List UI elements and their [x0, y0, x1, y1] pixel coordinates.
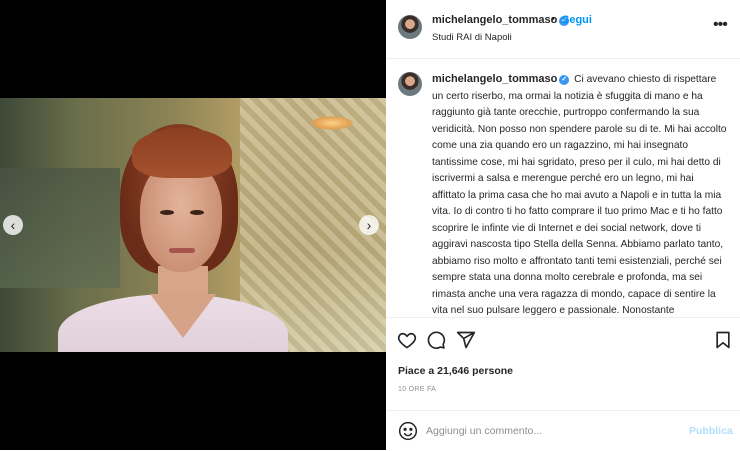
avatar[interactable]	[398, 15, 422, 39]
publish-button[interactable]: Pubblica	[689, 425, 733, 437]
woman-right-eye	[190, 210, 204, 215]
header-username[interactable]: michelangelo_tommaso ✓	[432, 14, 570, 26]
post-timestamp[interactable]: 10 ORE FA	[398, 386, 436, 393]
comment-icon[interactable]	[426, 330, 446, 350]
chevron-left-icon[interactable]: ‹	[3, 215, 23, 235]
post-photo[interactable]	[0, 98, 386, 352]
background-lamp	[310, 116, 354, 130]
heart-icon[interactable]	[397, 330, 417, 350]
woman-bangs	[132, 128, 232, 178]
emoji-icon[interactable]	[398, 421, 418, 441]
likes-count[interactable]: Piace a 21,646 persone	[398, 365, 513, 377]
caption-text: Ci avevano chiesto di rispettare un cert…	[432, 74, 727, 316]
woman-mouth	[169, 248, 195, 253]
post-caption: michelangelo_tommaso ✓ Ci avevano chiesto…	[432, 71, 728, 317]
more-options-icon[interactable]: •••	[713, 17, 728, 33]
instagram-post: ‹ › michelangelo_tommaso ✓ • Segui Studi …	[0, 0, 740, 450]
header-separator: •	[551, 13, 555, 25]
verified-badge-icon: ✓	[559, 75, 570, 85]
bookmark-icon[interactable]	[713, 330, 733, 350]
follow-button[interactable]: Segui	[562, 14, 592, 26]
caption-avatar[interactable]	[398, 72, 422, 96]
location-link[interactable]: Studi RAI di Napoli	[432, 32, 512, 43]
action-bar	[386, 318, 740, 362]
post-header: michelangelo_tommaso ✓ • Segui Studi RAI …	[386, 0, 740, 59]
post-side-panel: michelangelo_tommaso ✓ • Segui Studi RAI …	[386, 0, 740, 450]
comment-input[interactable]	[426, 423, 666, 439]
header-username-text[interactable]: michelangelo_tommaso	[432, 14, 557, 26]
caption-username-text[interactable]: michelangelo_tommaso	[432, 73, 557, 85]
woman-left-eye	[160, 210, 174, 215]
media-panel: ‹ ›	[0, 0, 386, 450]
comments-area[interactable]: michelangelo_tommaso ✓ Ci avevano chiesto…	[386, 59, 740, 318]
share-icon[interactable]	[456, 330, 476, 350]
add-comment-bar: Pubblica	[386, 410, 740, 451]
chevron-right-icon[interactable]: ›	[359, 215, 379, 235]
caption-username[interactable]: michelangelo_tommaso ✓	[432, 73, 570, 85]
